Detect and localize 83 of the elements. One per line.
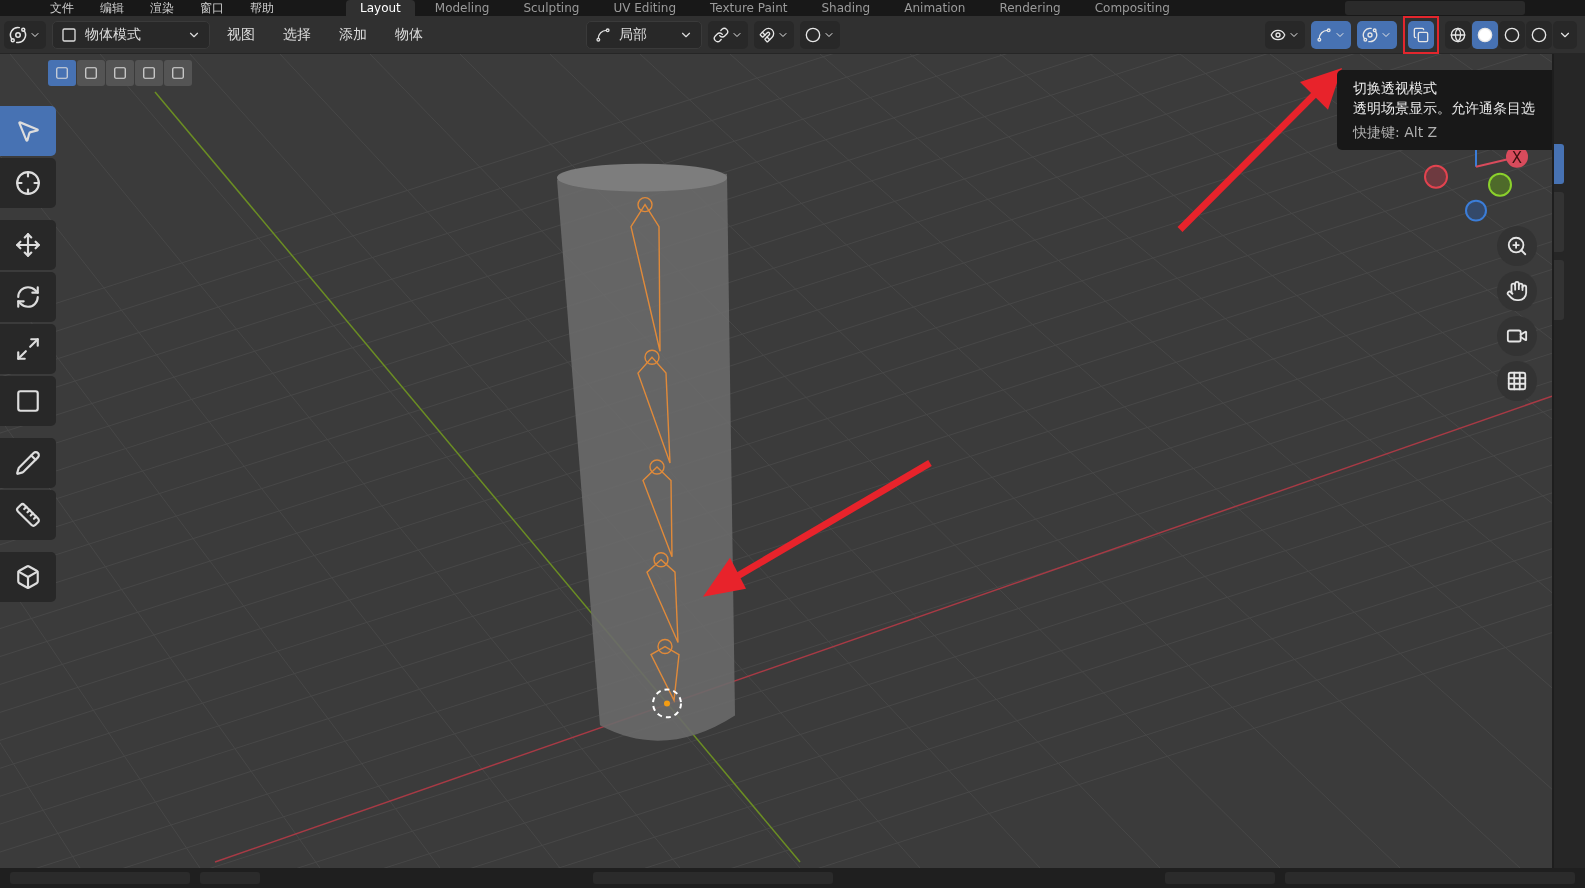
workspace-tab[interactable]: Modeling <box>420 0 504 16</box>
grid-icon <box>1506 370 1528 392</box>
perspective-button[interactable] <box>1497 361 1537 401</box>
pan-button[interactable] <box>1497 271 1537 311</box>
material-shading-icon <box>1504 26 1520 43</box>
pivot-dropdown[interactable]: 局部 <box>586 20 702 49</box>
square-icon <box>113 66 127 80</box>
workspace-tab[interactable]: Compositing <box>1080 0 1184 16</box>
solid-shading-icon <box>1477 26 1493 43</box>
overlays-toggle[interactable] <box>1357 20 1397 49</box>
mode-dropdown[interactable]: 物体模式 <box>52 20 210 49</box>
square-icon <box>142 66 156 80</box>
scale-icon <box>15 336 41 362</box>
shading-mode-button[interactable] <box>1445 20 1471 49</box>
hand-icon <box>1506 280 1528 302</box>
rotate-tool-button[interactable] <box>0 272 56 322</box>
measure-tool-button[interactable] <box>0 490 56 540</box>
square-icon <box>55 66 69 80</box>
top-menu-item[interactable]: 渲染 <box>140 0 184 17</box>
cursor-tool-button[interactable] <box>0 158 56 208</box>
workspace-tab[interactable]: Sculpting <box>509 0 594 16</box>
camera-button[interactable] <box>1497 316 1537 356</box>
workspace-tab[interactable]: Rendering <box>985 0 1075 16</box>
menu-item[interactable]: 物体 <box>384 21 434 48</box>
snap-button[interactable] <box>754 20 794 49</box>
zoom-icon <box>1506 235 1528 257</box>
orbit-icon <box>9 25 27 44</box>
xray-icon <box>1413 26 1429 43</box>
transform-tool-button[interactable] <box>0 376 56 426</box>
selection-mode-button[interactable] <box>48 60 76 86</box>
workspace-tab[interactable]: Shading <box>807 0 885 16</box>
menu-item[interactable]: 视图 <box>216 21 266 48</box>
rendered-shading-icon <box>1531 26 1547 43</box>
annotate-icon <box>15 450 41 476</box>
square-icon <box>61 26 77 43</box>
tooltip-description: 透明场景显示。允许通条目选 <box>1353 99 1536 118</box>
top-menu-item[interactable]: 窗口 <box>190 0 234 17</box>
add-cube-tool-button[interactable] <box>0 552 56 602</box>
rotate-icon <box>15 284 41 310</box>
square-icon <box>84 66 98 80</box>
proportional-edit-button[interactable] <box>800 20 840 49</box>
top-menu-item[interactable]: 文件 <box>40 0 84 17</box>
move-tool-button[interactable] <box>0 220 56 270</box>
square-icon <box>171 66 185 80</box>
3d-viewport[interactable]: X 切换透视模式 透明场景显示。允许通条目选 快捷键: Alt Z <box>0 54 1552 868</box>
cursor-icon <box>15 170 41 196</box>
scale-tool-button[interactable] <box>0 324 56 374</box>
selection-mode-button[interactable] <box>135 60 163 86</box>
top-menu-item[interactable]: 帮助 <box>240 0 284 17</box>
wireframe-shading-icon <box>1450 26 1466 43</box>
workspace-tab[interactable]: Layout <box>346 0 415 16</box>
move-icon <box>15 232 41 258</box>
top-menu-item[interactable]: 编辑 <box>90 0 134 17</box>
workspace-tab[interactable]: Texture Paint <box>696 0 802 16</box>
magnet-icon <box>759 26 775 43</box>
tooltip-title: 切换透视模式 <box>1353 79 1438 98</box>
workspace-tab[interactable]: Animation <box>890 0 980 16</box>
visibility-button[interactable] <box>1265 20 1305 49</box>
transform-orientation-button[interactable] <box>708 20 748 49</box>
workspace-tab[interactable]: UV Editing <box>599 0 691 16</box>
menu-item[interactable]: 添加 <box>328 21 378 48</box>
select-icon <box>15 118 41 144</box>
axis-label: X <box>1511 148 1523 167</box>
shading-mode-button[interactable] <box>1472 20 1498 49</box>
selection-mode-button[interactable] <box>106 60 134 86</box>
add-cube-icon <box>15 564 41 590</box>
editor-type-button[interactable] <box>4 20 46 49</box>
shading-mode-button[interactable] <box>1526 20 1552 49</box>
curve-icon <box>1316 26 1332 43</box>
link-icon <box>713 26 729 43</box>
tooltip-shortcut: 快捷键: Alt Z <box>1353 123 1439 142</box>
3d-cursor-icon <box>652 688 682 719</box>
scene-field[interactable] <box>1345 1 1525 15</box>
circle-icon <box>805 26 821 43</box>
gizmo-toggle[interactable] <box>1311 20 1351 49</box>
shading-mode-button[interactable] <box>1499 20 1525 49</box>
select-tool-button[interactable] <box>0 106 56 156</box>
menu-item[interactable]: 选择 <box>272 21 322 48</box>
annotate-tool-button[interactable] <box>0 438 56 488</box>
zoom-button[interactable] <box>1497 226 1537 266</box>
selection-mode-button[interactable] <box>77 60 105 86</box>
measure-icon <box>15 502 41 528</box>
selection-mode-button[interactable] <box>164 60 192 86</box>
